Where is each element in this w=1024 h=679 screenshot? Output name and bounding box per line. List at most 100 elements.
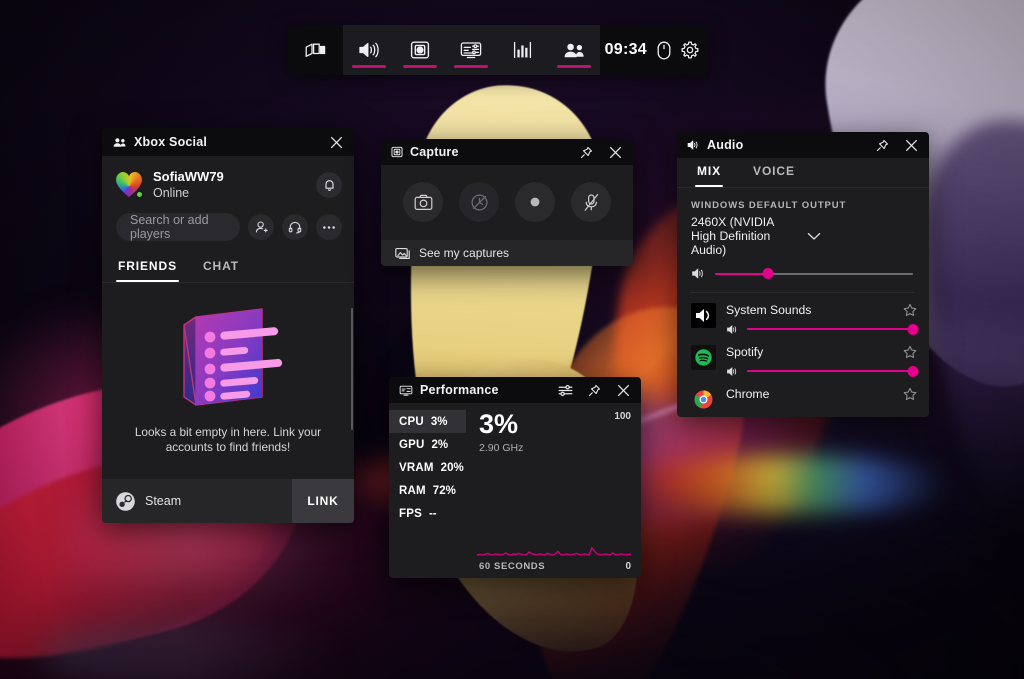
metric-row-cpu[interactable]: CPU 3%: [389, 410, 466, 433]
slider-thumb[interactable]: [907, 323, 919, 335]
master-volume-row: [677, 257, 929, 292]
tab-mix[interactable]: MIX: [695, 158, 724, 187]
audio-app-body: Spotify: [726, 345, 919, 377]
tab-chat[interactable]: CHAT: [201, 253, 241, 282]
audio-tabs: MIX VOICE: [677, 158, 929, 188]
pin-button[interactable]: [575, 142, 597, 162]
record-last-30-seconds-button[interactable]: [459, 182, 499, 222]
active-indicator-audio: [351, 65, 386, 68]
pin-button[interactable]: [583, 380, 605, 400]
mouse-icon: [657, 41, 671, 60]
tab-friends[interactable]: FRIENDS: [116, 253, 179, 282]
audio-app-name: Spotify: [726, 345, 764, 359]
more-options-button[interactable]: [316, 214, 342, 240]
capture-icon: [391, 146, 403, 158]
star-icon[interactable]: [903, 303, 917, 317]
gear-icon: [681, 41, 699, 59]
see-my-captures-label: See my captures: [419, 246, 510, 260]
spotify-icon: [691, 345, 716, 370]
bar-chart-icon: [513, 41, 532, 59]
link-account-row: Steam LINK: [102, 479, 354, 523]
toolbar-item-audio[interactable]: [343, 25, 394, 75]
metric-row-ram[interactable]: RAM 72%: [389, 479, 466, 502]
mouse-toggle-button[interactable]: [657, 41, 671, 60]
game-bar-toolbar: 09:34: [288, 25, 708, 75]
performance-options-button[interactable]: [554, 380, 576, 400]
metric-value: 20%: [440, 461, 464, 474]
pin-icon: [588, 384, 601, 397]
steam-icon: [116, 491, 135, 511]
performance-icon: [460, 41, 482, 59]
people-icon: [112, 137, 127, 148]
close-button[interactable]: [604, 142, 626, 162]
friends-scrollbar[interactable]: [350, 308, 353, 430]
close-button[interactable]: [612, 380, 634, 400]
search-input[interactable]: Search or add players: [116, 213, 240, 241]
capture-icon: [410, 40, 430, 60]
chart-axis-min: 0: [625, 561, 631, 572]
toolbar-item-performance[interactable]: [446, 25, 497, 75]
performance-body: CPU 3% GPU 2% VRAM 20% RAM 72% FPS -- 3%…: [389, 403, 641, 578]
star-icon[interactable]: [903, 387, 917, 401]
toolbar-item-xbox-social[interactable]: [548, 25, 599, 75]
panel-title: Performance: [420, 383, 499, 397]
metric-value: --: [428, 507, 437, 520]
close-icon: [905, 139, 918, 152]
slider-fill: [747, 370, 913, 372]
toolbar-item-resources[interactable]: [497, 25, 548, 75]
slider-fill: [747, 328, 913, 330]
toggle-microphone-button[interactable]: [571, 182, 611, 222]
chart-time-range: 60 SECONDS: [479, 561, 546, 572]
avatar: [116, 172, 143, 198]
empty-friends-illustration: [166, 301, 290, 419]
performance-titlebar: Performance: [389, 377, 641, 403]
toolbar-right-group: 09:34: [599, 25, 708, 75]
capture-panel: Capture See my captures: [381, 139, 633, 266]
user-profile-row[interactable]: SofiaWW79 Online: [102, 156, 354, 211]
metric-value: 72%: [432, 484, 456, 497]
metric-label: RAM: [399, 484, 426, 497]
start-recording-button[interactable]: [515, 182, 555, 222]
search-row: Search or add players: [102, 211, 354, 253]
output-device-name: 2460X (NVIDIA High Definition Audio): [691, 215, 774, 257]
see-my-captures-button[interactable]: See my captures: [381, 240, 633, 266]
metric-row-gpu[interactable]: GPU 2%: [389, 433, 466, 456]
toolbar-widget-group: [343, 25, 600, 75]
pin-button[interactable]: [871, 135, 893, 155]
add-friend-button[interactable]: [248, 214, 274, 240]
widgets-menu-button[interactable]: [288, 25, 343, 75]
output-device-dropdown[interactable]: 2460X (NVIDIA High Definition Audio): [677, 211, 929, 257]
audio-app-header: Spotify: [726, 345, 917, 359]
metric-label: FPS: [399, 507, 422, 520]
chevron-down-icon: [807, 232, 917, 241]
metric-row-fps[interactable]: FPS --: [389, 502, 466, 525]
performance-panel: Performance CPU 3% GPU 2% VRAM 20% RAM 7…: [389, 377, 641, 578]
tab-voice[interactable]: VOICE: [751, 158, 797, 187]
app-volume-slider[interactable]: [747, 323, 919, 335]
speaker-icon: [687, 139, 700, 151]
audio-app-name: System Sounds: [726, 303, 812, 317]
close-button[interactable]: [325, 132, 347, 152]
slider-thumb[interactable]: [907, 365, 919, 377]
app-volume-slider[interactable]: [747, 365, 919, 377]
speaker-icon: [358, 40, 380, 60]
capture-body: See my captures: [381, 165, 633, 266]
toolbar-item-capture[interactable]: [394, 25, 445, 75]
performance-icon: [399, 385, 413, 396]
audio-app-row: Spotify: [677, 335, 929, 377]
master-volume-slider[interactable]: [715, 268, 913, 280]
star-icon[interactable]: [903, 345, 917, 359]
settings-button[interactable]: [681, 41, 699, 59]
close-button[interactable]: [900, 135, 922, 155]
headset-icon: [288, 220, 302, 234]
pin-icon: [876, 139, 889, 152]
cpu-clock-speed: 2.90 GHz: [479, 442, 524, 454]
party-chat-button[interactable]: [282, 214, 308, 240]
metric-row-vram[interactable]: VRAM 20%: [389, 456, 466, 479]
notifications-button[interactable]: [316, 172, 342, 198]
slider-thumb[interactable]: [762, 268, 774, 279]
speaker-icon: [726, 366, 739, 377]
link-button[interactable]: LINK: [292, 479, 354, 523]
take-screenshot-button[interactable]: [403, 182, 443, 222]
chart-axis-max: 100: [614, 411, 631, 422]
